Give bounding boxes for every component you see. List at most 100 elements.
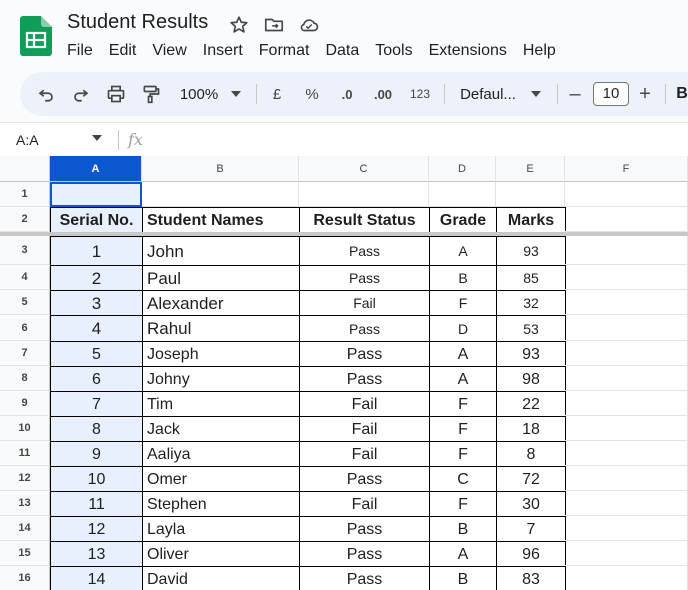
column-header-f[interactable]: F <box>565 156 688 182</box>
empty-cell[interactable] <box>565 182 688 207</box>
row-header-11[interactable]: 11 <box>0 441 50 466</box>
table-cell[interactable]: Paul <box>142 265 300 291</box>
cloud-saved-icon[interactable] <box>298 14 320 36</box>
empty-cell[interactable] <box>429 182 496 207</box>
table-cell[interactable]: F <box>429 391 497 417</box>
zoom-chevron-down-icon[interactable] <box>228 72 244 116</box>
table-cell[interactable]: 30 <box>496 491 566 517</box>
empty-cell[interactable] <box>299 182 429 207</box>
row-header-3[interactable]: 3 <box>0 236 50 265</box>
empty-cell[interactable] <box>565 391 688 416</box>
table-cell[interactable]: Pass <box>299 315 430 342</box>
table-cell[interactable]: 83 <box>496 566 566 590</box>
star-icon[interactable] <box>228 14 250 36</box>
table-cell[interactable]: Joseph <box>142 341 300 367</box>
row-header-14[interactable]: 14 <box>0 516 50 541</box>
table-cell[interactable]: 93 <box>496 236 566 266</box>
empty-cell[interactable] <box>565 341 688 366</box>
table-cell[interactable]: 72 <box>496 466 566 492</box>
table-header-cell[interactable]: Serial No. <box>50 207 143 233</box>
table-cell[interactable]: Omer <box>142 466 300 492</box>
table-cell[interactable]: B <box>429 566 497 590</box>
row-header-9[interactable]: 9 <box>0 391 50 416</box>
empty-cell[interactable] <box>565 290 688 315</box>
move-folder-icon[interactable] <box>263 14 285 36</box>
column-header-d[interactable]: D <box>429 156 496 182</box>
table-cell[interactable]: Johny <box>142 366 300 392</box>
font-size-input[interactable]: 10 <box>593 82 629 106</box>
table-cell[interactable]: John <box>142 236 300 266</box>
table-cell[interactable]: A <box>429 541 497 567</box>
column-header-a[interactable]: A <box>50 156 142 182</box>
paint-format-icon[interactable] <box>139 72 163 116</box>
table-cell[interactable]: Pass <box>299 541 430 567</box>
empty-cell[interactable] <box>565 541 688 566</box>
name-box-chevron-down-icon[interactable] <box>92 135 102 141</box>
row-header-12[interactable]: 12 <box>0 466 50 491</box>
row-header-16[interactable]: 16 <box>0 566 50 590</box>
table-cell[interactable]: F <box>429 416 497 442</box>
row-header-6[interactable]: 6 <box>0 315 50 341</box>
row-header-4[interactable]: 4 <box>0 265 50 290</box>
table-cell[interactable]: F <box>429 441 497 467</box>
row-header-2[interactable]: 2 <box>0 207 50 232</box>
menu-format[interactable]: Format <box>251 40 318 64</box>
table-cell[interactable]: Fail <box>299 491 430 517</box>
table-header-cell[interactable]: Grade <box>429 207 497 233</box>
menu-tools[interactable]: Tools <box>367 40 420 64</box>
row-header-1[interactable]: 1 <box>0 182 50 207</box>
row-header-7[interactable]: 7 <box>0 341 50 366</box>
column-header-b[interactable]: B <box>142 156 299 182</box>
table-cell[interactable]: Aaliya <box>142 441 300 467</box>
redo-icon[interactable] <box>69 72 93 116</box>
table-cell[interactable]: Jack <box>142 416 300 442</box>
empty-cell[interactable] <box>142 182 299 207</box>
decrease-font-size-button[interactable]: – <box>565 72 585 116</box>
table-cell[interactable]: 5 <box>50 341 143 367</box>
table-cell[interactable]: 98 <box>496 366 566 392</box>
menu-insert[interactable]: Insert <box>195 40 251 64</box>
table-cell[interactable]: B <box>429 516 497 542</box>
table-cell[interactable]: 96 <box>496 541 566 567</box>
table-cell[interactable]: 3 <box>50 290 143 316</box>
table-cell[interactable]: Tim <box>142 391 300 417</box>
sheets-logo-icon[interactable] <box>20 16 52 56</box>
font-family-select[interactable]: Defaul... <box>456 72 520 116</box>
table-cell[interactable]: Pass <box>299 466 430 492</box>
frozen-row-divider[interactable] <box>0 232 688 236</box>
table-cell[interactable]: 85 <box>496 265 566 291</box>
empty-cell[interactable] <box>496 182 565 207</box>
table-cell[interactable]: 7 <box>50 391 143 417</box>
print-icon[interactable] <box>104 72 128 116</box>
table-cell[interactable]: Pass <box>299 265 430 291</box>
currency-format-button[interactable]: £ <box>266 72 288 116</box>
menu-help[interactable]: Help <box>515 40 564 64</box>
empty-cell[interactable] <box>565 416 688 441</box>
table-cell[interactable]: 14 <box>50 566 143 590</box>
empty-cell[interactable] <box>565 441 688 466</box>
table-cell[interactable]: 4 <box>50 315 143 342</box>
row-header-5[interactable]: 5 <box>0 290 50 315</box>
table-cell[interactable]: A <box>429 366 497 392</box>
table-cell[interactable]: Pass <box>299 236 430 266</box>
undo-icon[interactable] <box>34 72 58 116</box>
table-cell[interactable]: 8 <box>496 441 566 467</box>
bold-button[interactable]: B <box>675 72 688 116</box>
row-header-8[interactable]: 8 <box>0 366 50 391</box>
menu-file[interactable]: File <box>59 40 101 64</box>
table-cell[interactable]: Fail <box>299 416 430 442</box>
spreadsheet-grid[interactable]: A B C D E F 1 2 3 4 5 6 7 8 9 10 11 12 13 14 15 16 Serial No. S… <box>0 156 688 590</box>
table-cell[interactable]: F <box>429 290 497 316</box>
menu-edit[interactable]: Edit <box>101 40 145 64</box>
table-cell[interactable]: Pass <box>299 366 430 392</box>
menu-extensions[interactable]: Extensions <box>421 40 515 64</box>
increase-decimal-button[interactable]: .00 <box>370 72 396 116</box>
table-cell[interactable]: 11 <box>50 491 143 517</box>
empty-cell[interactable] <box>565 265 688 290</box>
empty-cell[interactable] <box>565 491 688 516</box>
table-cell[interactable]: 13 <box>50 541 143 567</box>
more-formats-button[interactable]: 123 <box>406 72 434 116</box>
table-cell[interactable]: Pass <box>299 341 430 367</box>
table-header-cell[interactable]: Result Status <box>299 207 430 233</box>
table-cell[interactable]: 8 <box>50 416 143 442</box>
